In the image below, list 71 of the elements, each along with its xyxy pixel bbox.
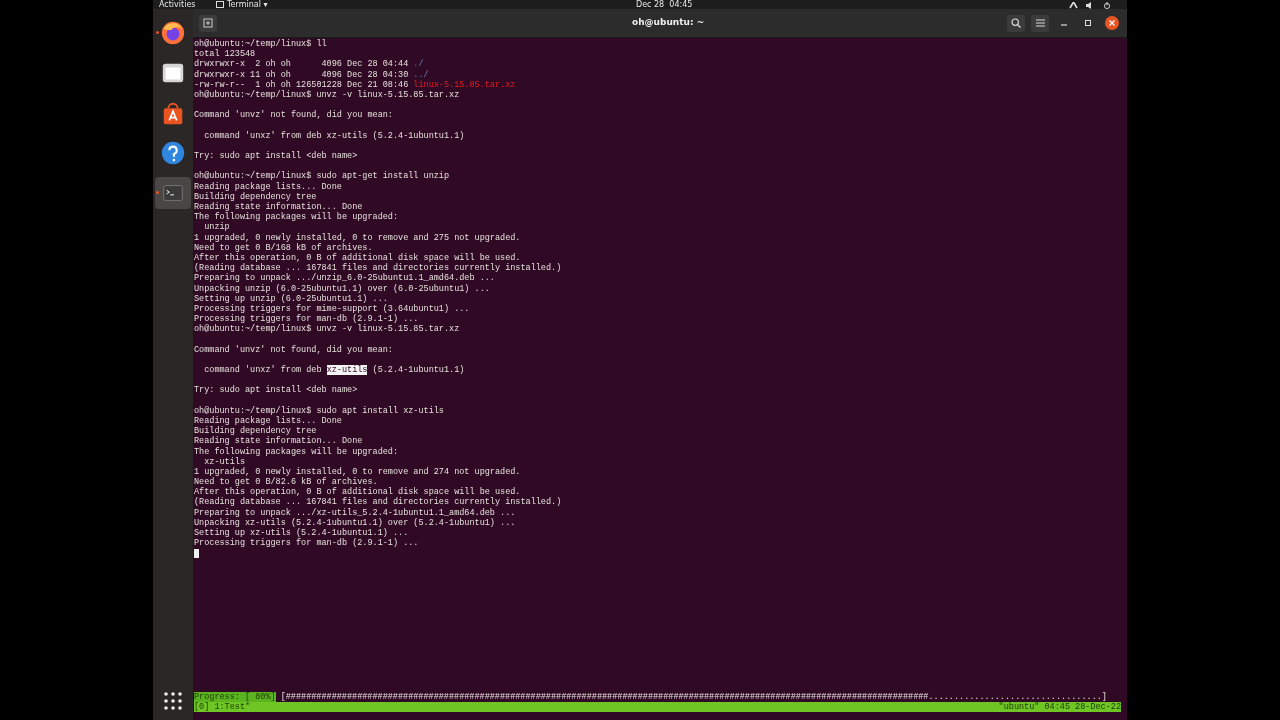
terminal-line: Need to get 0 B/168 kB of archives. (194, 242, 373, 253)
progress-bar-text: [##############################################################################################################################..................................] (280, 692, 1107, 702)
terminal-line: oh@ubuntu:~/temp/linux$ unvz -v linux-5.15.85.tar.xz (194, 324, 460, 335)
terminal-text: drwxrwxr-x 11 oh oh 4096 Dec 28 04:30 (194, 69, 410, 80)
terminal-line: Preparing to unpack .../unzip_6.0-25ubuntu1.1_amd64.deb ... (194, 273, 495, 284)
terminal-text: drwxrwxr-x 2 oh oh 4096 Dec 28 04:44 (194, 59, 410, 70)
terminal-line: Reading package lists... Done (194, 181, 342, 192)
terminal-line: oh@ubuntu:~/temp/linux$ ll (194, 39, 327, 49)
terminal-line: unzip (203, 222, 230, 233)
terminal-line: command 'unxz' from deb xz-utils (5.2.4-1ubuntu1.1) (203, 130, 465, 141)
close-icon[interactable] (1105, 16, 1119, 30)
terminal-line: Building dependency tree (194, 426, 317, 437)
terminal-line: 1 upgraded, 0 newly installed, 0 to remove and 275 not upgraded. (194, 232, 521, 243)
progress-label: Progress: [ 80%] (194, 692, 276, 702)
search-button[interactable] (1007, 14, 1025, 32)
power-icon[interactable] (1103, 2, 1111, 9)
terminal-line: Reading package lists... Done (194, 415, 342, 426)
terminal-line: Need to get 0 B/82.6 kB of archives. (194, 477, 378, 488)
terminal-line: The following packages will be upgraded: (194, 212, 399, 223)
terminal-line: Try: sudo apt install <deb name> (194, 385, 358, 396)
terminal-line: Processing triggers for man-db (2.9.1-1) ... (194, 538, 419, 549)
terminal-line: Try: sudo apt install <deb name> (194, 151, 358, 162)
clock[interactable]: Dec 28 04:45 (636, 0, 693, 9)
terminal-line: After this operation, 0 B of additional disk space will be used. (194, 252, 521, 263)
terminal-line: Unpacking xz-utils (5.2.4-1ubuntu1.1) over (5.2.4-1ubuntu1) ... (194, 517, 516, 528)
terminal-line: oh@ubuntu:~/temp/linux$ sudo apt install xz-utils (194, 405, 444, 416)
terminal-line: Command 'unvz' not found, did you mean: (194, 110, 393, 121)
terminal-line: 1 upgraded, 0 newly installed, 0 to remove and 274 not upgraded. (194, 466, 521, 477)
selected-text: xz-utils (326, 365, 368, 375)
terminal-text: -rw-rw-r-- 1 oh oh 126501228 Dec 21 08:46 (194, 79, 410, 90)
terminal-text: (5.2.4-1ubuntu1.1) (371, 365, 465, 375)
terminal-line: The following packages will be upgraded: (194, 446, 399, 457)
terminal-line: Reading state information... Done (194, 436, 363, 447)
directory-name: ./ (413, 59, 424, 70)
terminal-line: Setting up xz-utils (5.2.4-1ubuntu1.1) ... (194, 528, 409, 538)
maximize-icon[interactable] (1084, 19, 1092, 27)
terminal-line: Unpacking unzip (6.0-25ubuntu1.1) over (6.0-25ubuntu1) ... (194, 283, 490, 294)
window-list: [0] 1:Test* (194, 702, 251, 712)
activities-button[interactable]: Activities (159, 0, 196, 9)
window-title: oh@ubuntu: ~ (632, 17, 705, 27)
terminal-line: Preparing to unpack .../xz-utils_5.2.4-1ubuntu1.1_amd64.deb ... (194, 507, 516, 518)
terminal-line: (Reading database ... 167841 files and directories currently installed.) (194, 497, 562, 508)
terminal-line: Building dependency tree (194, 191, 317, 202)
search-icon (1011, 18, 1021, 28)
new-tab-icon (203, 18, 213, 28)
terminal-icon (215, 1, 224, 8)
new-tab-button[interactable] (199, 14, 217, 32)
network-icon[interactable] (1069, 2, 1078, 9)
terminal-line: total 123548 (194, 49, 256, 60)
status-info: "ubuntu" 04:45 28-Dec-22 (998, 702, 1121, 712)
terminal-line: oh@ubuntu:~/temp/linux$ unvz -v linux-5.15.85.tar.xz (194, 89, 460, 100)
terminal-line: Processing triggers for mime-support (3.64ubuntu1) ... (194, 303, 470, 314)
menu-icon (1035, 19, 1045, 27)
terminal-line: oh@ubuntu:~/temp/linux$ sudo apt-get install unzip (194, 171, 450, 182)
terminal-line: Processing triggers for man-db (2.9.1-1) ... (194, 314, 419, 325)
terminal-line: Command 'unvz' not found, did you mean: (194, 344, 393, 355)
terminal-line: Setting up unzip (6.0-25ubuntu1.1) ... (194, 293, 388, 304)
app-grid-icon[interactable] (164, 692, 182, 710)
terminal-line: (Reading database ... 167841 files and directories currently installed.) (194, 263, 562, 274)
app-menu[interactable]: Terminal ▾ (215, 0, 268, 9)
text-cursor (194, 548, 199, 558)
terminal-line: xz-utils (203, 456, 245, 467)
terminal-area[interactable] (193, 38, 1127, 720)
terminal-line: Reading state information... Done (194, 202, 363, 212)
help-icon (160, 140, 186, 166)
browser-icon (160, 20, 186, 46)
directory-name: ../ (413, 69, 429, 80)
terminal-text: command 'unxz' from deb (203, 365, 323, 375)
file-name: linux-5.15.85.tar.xz (413, 79, 516, 90)
menu-button[interactable] (1031, 14, 1049, 32)
terminal-line: After this operation, 0 B of additional disk space will be used. (194, 487, 521, 498)
